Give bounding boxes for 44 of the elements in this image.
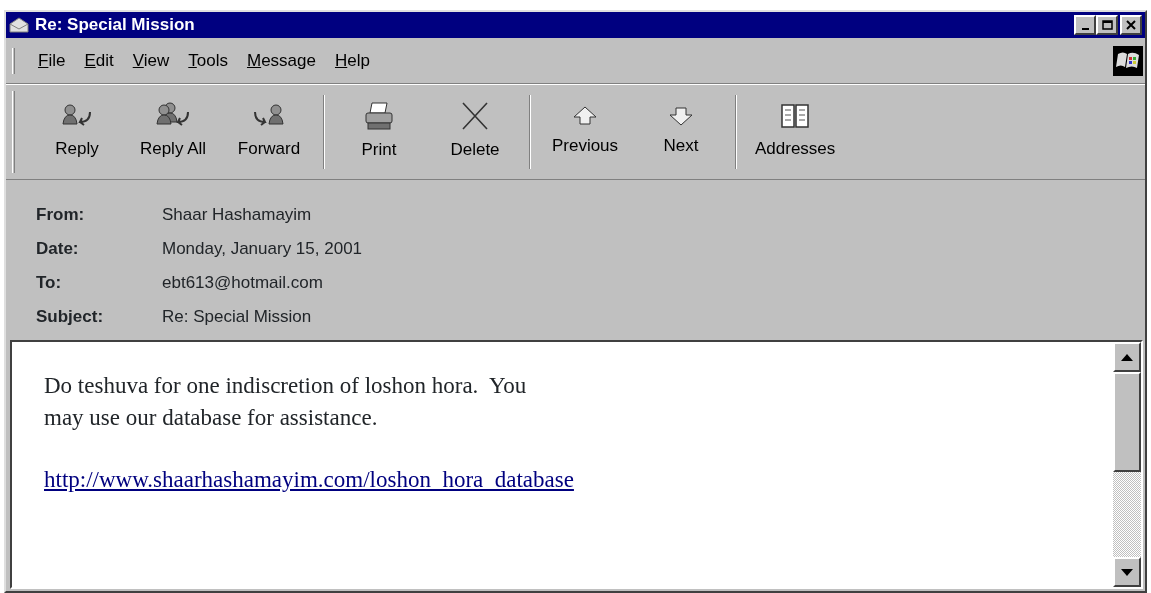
header-label: From: [36,204,86,227]
envelope-icon [9,17,29,33]
scroll-thumb[interactable] [1113,372,1141,472]
down-triangle-icon [1121,568,1133,576]
scroll-up-button[interactable] [1113,342,1141,372]
header-value: Re: Special Mission [162,306,312,329]
minimize-button[interactable] [1074,15,1096,35]
down-arrow-icon [668,105,694,128]
delete-icon [460,101,490,132]
up-triangle-icon [1121,353,1133,361]
menu-item[interactable]: Help [325,47,380,74]
menu-item[interactable]: Edit [75,47,124,74]
message-link[interactable]: http://www.shaarhashamayim.com/loshon_hora_database [44,467,574,493]
scrollbar[interactable] [1113,342,1141,587]
message-paragraph: Do teshuva for one indiscretion of loshon hora. You may use our database for assistance. [44,372,528,433]
menu-item[interactable]: Tools [179,47,238,74]
printer-button[interactable]: Print [331,91,427,173]
delete-button[interactable]: Delete [427,91,523,173]
close-button[interactable] [1120,15,1142,35]
maximize-icon [1101,19,1113,31]
down-arrow-button[interactable]: Next [633,91,729,173]
menu-item[interactable]: File [29,47,76,74]
maximize-button[interactable] [1096,15,1118,35]
header-value: ebt613@hotmail.com [162,272,323,295]
header-label: Date: [36,238,80,261]
printer-icon [363,101,395,132]
header-label: Subject: [36,306,105,329]
header-value: Monday, January 15, 2001 [162,238,363,261]
header-value: Shaar Hashamayim [162,204,312,227]
address-book-icon [780,102,811,131]
minimize-icon [1081,28,1089,30]
menu-item[interactable]: View [123,47,180,74]
address-book-button[interactable]: Addresses [743,91,848,173]
up-arrow-icon [572,105,598,128]
up-arrow-button[interactable]: Previous [537,91,633,173]
scroll-down-button[interactable] [1113,557,1141,587]
reply-all-button[interactable]: Reply All [125,91,221,173]
window-title: Re: Special Mission [35,14,195,37]
forward-button[interactable]: Forward [221,91,317,173]
reply-button[interactable]: Reply [29,91,125,173]
windows-logo-icon [1113,45,1143,76]
close-icon [1125,19,1137,31]
header-label: To: [36,272,63,295]
menu-item[interactable]: Message [237,47,326,74]
